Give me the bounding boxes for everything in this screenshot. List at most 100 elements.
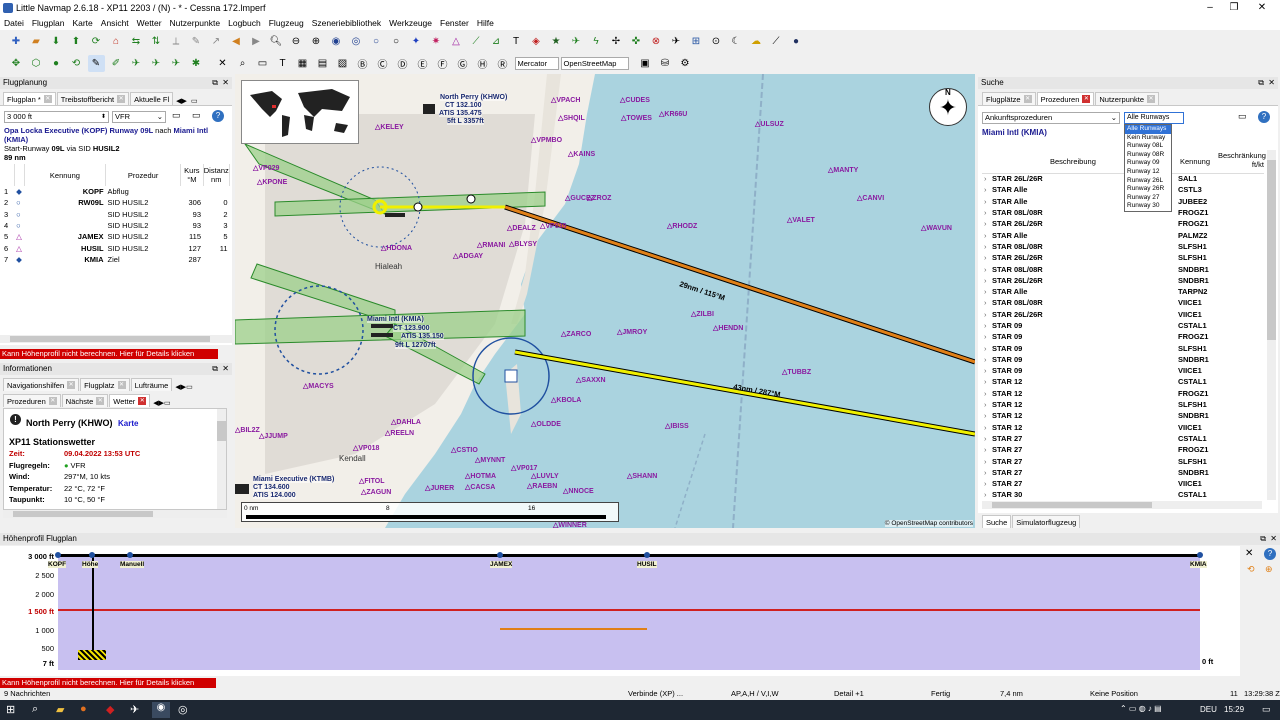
menu-fenster[interactable]: Fenster	[436, 18, 473, 28]
tab-menu-icon[interactable]: ◀▶▭	[151, 399, 172, 407]
search-help-icon[interactable]: ?	[1258, 111, 1270, 123]
table-row[interactable]: › STAR 09 VIICE1	[982, 365, 1264, 376]
close-x-icon[interactable]: ✕	[214, 55, 231, 72]
maximize-icon[interactable]: ❐	[1220, 0, 1248, 16]
flight-icon-3[interactable]: ✈	[168, 55, 185, 72]
dropdown-option[interactable]: Runway 26L	[1125, 177, 1171, 186]
taskbar-firefox-icon[interactable]: ●	[80, 703, 87, 715]
table-row[interactable]: › STAR 26L/26R FROGZ1	[982, 218, 1264, 229]
expand-icon[interactable]: ›	[982, 376, 990, 387]
airspace-icon[interactable]: ✷	[428, 33, 445, 50]
waypoint-label[interactable]: △KELEY	[375, 123, 404, 131]
airspace-f-icon[interactable]: Ⓕ	[434, 55, 451, 72]
menu-ansicht[interactable]: Ansicht	[97, 18, 133, 28]
expand-icon[interactable]: ›	[982, 218, 990, 229]
expand-icon[interactable]: ›	[982, 342, 990, 353]
waypoint-label[interactable]: △OLDDE	[531, 420, 561, 428]
col-kurs[interactable]: Kurs °M	[180, 164, 204, 186]
grid-icon[interactable]: ⊞	[688, 33, 705, 50]
hscroll-thumb[interactable]	[992, 502, 1152, 508]
expand-icon[interactable]: ›	[982, 467, 990, 478]
tab-close-icon[interactable]: ✕	[138, 397, 147, 405]
waypoint-label[interactable]: △KBOLA	[551, 396, 581, 404]
airspace-e-icon[interactable]: Ⓔ	[414, 55, 431, 72]
dropdown-option[interactable]: Runway 08R	[1125, 151, 1171, 160]
expand-icon[interactable]: ›	[982, 388, 990, 399]
notification-icon[interactable]: ▭	[1262, 704, 1271, 715]
table-row[interactable]: › STAR 27 VIICE1	[982, 478, 1264, 489]
table-row[interactable]: 4 ○ SID HUSIL2 93 3	[2, 220, 230, 231]
panel-close-icon[interactable]: ✕	[1268, 77, 1275, 89]
col-prozedur[interactable]: Prozedur	[105, 164, 182, 186]
taskbar-search-icon[interactable]: ⌕	[32, 703, 38, 716]
measure-icon[interactable]: ⟋	[768, 33, 785, 50]
tab-treibstoffbericht[interactable]: Treibstoffbericht ✕	[56, 92, 130, 105]
table-row[interactable]: › STAR 27 FROGZ1	[982, 444, 1264, 455]
status-messages[interactable]: 9 Nachrichten	[4, 688, 50, 700]
back-icon[interactable]: ◀	[228, 33, 245, 50]
info-hscroll[interactable]	[3, 510, 227, 518]
expand-icon[interactable]: ›	[982, 444, 990, 455]
tab-menu-icon[interactable]: ▭	[189, 97, 200, 105]
airway-icon[interactable]: ✦	[408, 33, 425, 50]
col-index[interactable]	[2, 164, 15, 186]
hscroll-thumb[interactable]	[13, 511, 153, 517]
layer-icon[interactable]: ▦	[294, 55, 311, 72]
menu-szeneriebibliothek[interactable]: Szeneriebibliothek	[308, 18, 385, 28]
expand-icon[interactable]: ›	[982, 320, 990, 331]
waypoint-label[interactable]: △KR66U	[659, 110, 687, 118]
theme-select[interactable]: OpenStreetMap	[560, 56, 629, 70]
expand-icon[interactable]: ›	[982, 331, 990, 342]
vscroll-thumb[interactable]	[1267, 160, 1276, 340]
menu-hilfe[interactable]: Hilfe	[473, 18, 498, 28]
vor-icon[interactable]: ◉	[328, 33, 345, 50]
search-action-icon[interactable]: ▭	[1238, 111, 1247, 122]
route-icon[interactable]: ⇆	[128, 33, 145, 50]
table-row[interactable]: 7 ◆ KMIA Ziel 287	[2, 254, 230, 265]
runway-filter-select[interactable]: Alle Runways	[1124, 112, 1184, 124]
zoom-in-icon[interactable]: 🔍︎	[268, 33, 285, 50]
waypoint-label[interactable]: △VP017	[511, 464, 537, 472]
table-row[interactable]: › STAR 09 CSTAL1	[982, 320, 1264, 331]
menu-flugplan[interactable]: Flugplan	[28, 18, 69, 28]
map-link[interactable]: Karte	[118, 419, 138, 428]
waypoint-label[interactable]: △RMANI	[477, 241, 505, 249]
procedure-vscroll[interactable]	[1267, 150, 1276, 500]
table-row[interactable]: 3 ○ SID HUSIL2 93 2	[2, 209, 230, 220]
table-row[interactable]: › STAR 12 FROGZ1	[982, 388, 1264, 399]
weather-icon[interactable]: ☁	[748, 33, 765, 50]
expand-icon[interactable]: ›	[982, 196, 990, 207]
expand-icon[interactable]: ›	[982, 354, 990, 365]
dropdown-option[interactable]: Runway 09	[1125, 159, 1171, 168]
route-action2-icon[interactable]: ▭	[192, 110, 201, 121]
panel-float-icon[interactable]: ⧉	[212, 363, 218, 375]
table-row[interactable]: › STAR 30 CSTAL1	[982, 489, 1264, 500]
layer3-icon[interactable]: ▧	[334, 55, 351, 72]
table-row[interactable]: › STAR 08L/08R SNDBR1	[982, 263, 1264, 274]
layer2-icon[interactable]: ▤	[314, 55, 331, 72]
airspace-b-icon[interactable]: Ⓑ	[354, 55, 371, 72]
flightplan-error-bar[interactable]: Kann Höhenprofil nicht berechnen. Hier f…	[0, 349, 218, 359]
green-circle-icon[interactable]: ●	[48, 55, 65, 72]
waypoint-label[interactable]: △BIL2Z	[235, 426, 260, 434]
tab-prozeduren[interactable]: Prozeduren ✕	[1036, 92, 1095, 105]
menu-wetter[interactable]: Wetter	[133, 18, 166, 28]
tab-close-icon[interactable]: ✕	[1023, 95, 1032, 103]
menu-flugzeug[interactable]: Flugzeug	[265, 18, 308, 28]
panel-float-icon[interactable]: ⧉	[1260, 533, 1266, 545]
dropdown-option[interactable]: Runway 26R	[1125, 185, 1171, 194]
waypoint-manuell[interactable]	[466, 194, 476, 204]
col-kennung[interactable]: Kennung	[24, 164, 107, 186]
waypoint-label[interactable]: △ULSUZ	[755, 120, 784, 128]
waypoint-label[interactable]: △HDONA	[381, 244, 412, 252]
table-row[interactable]: › STAR 26L/26R SNDBR1	[982, 275, 1264, 286]
waypoint-label[interactable]: △RAEBN	[527, 482, 557, 490]
table-row[interactable]: › STAR 26L/26R SAL1	[982, 173, 1264, 184]
airspace-d-icon[interactable]: Ⓓ	[394, 55, 411, 72]
expand-icon[interactable]: ›	[982, 173, 990, 184]
table-row[interactable]: › STAR Alle TARPN2	[982, 286, 1264, 297]
arrow-icon[interactable]: ↗	[208, 33, 225, 50]
expand-icon[interactable]: ›	[982, 422, 990, 433]
waypoint-label[interactable]: △CANVI	[857, 194, 884, 202]
new-flightplan-icon[interactable]: ✚	[8, 33, 25, 50]
